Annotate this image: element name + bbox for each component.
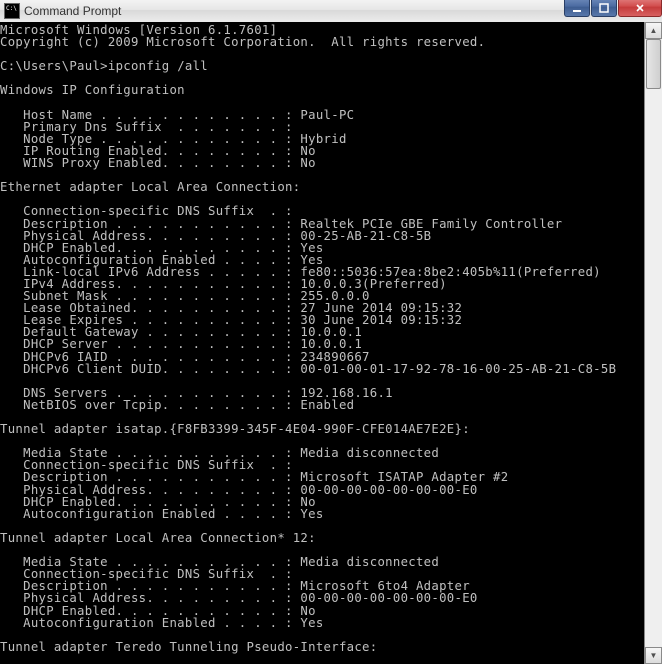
section-ethernet: Ethernet adapter Local Area Connection: [0, 180, 300, 194]
section-ipconfig: Windows IP Configuration [0, 83, 185, 97]
section-lac12: Tunnel adapter Local Area Connection* 12… [0, 531, 316, 545]
window-controls [564, 0, 662, 17]
console-client-area[interactable]: Microsoft Windows [Version 6.1.7601] Cop… [0, 22, 662, 664]
command-text: ipconfig /all [108, 59, 208, 73]
window-title: Command Prompt [24, 4, 658, 18]
scroll-up-button[interactable]: ▲ [645, 22, 662, 39]
scroll-track[interactable] [645, 39, 662, 647]
triangle-up-icon: ▲ [650, 26, 658, 35]
section-isatap: Tunnel adapter isatap.{F8FB3399-345F-4E0… [0, 422, 470, 436]
eth-dhcpv6-duid: DHCPv6 Client DUID. . . . . . . . : 00-0… [0, 362, 616, 376]
section-teredo: Tunnel adapter Teredo Tunneling Pseudo-I… [0, 640, 377, 654]
titlebar[interactable]: Command Prompt [0, 0, 662, 23]
prompt-path: C:\Users\Paul> [0, 59, 108, 73]
scroll-thumb[interactable] [646, 39, 661, 89]
vertical-scrollbar[interactable]: ▲ ▼ [644, 22, 662, 664]
scroll-down-button[interactable]: ▼ [645, 647, 662, 664]
banner-line-2: Copyright (c) 2009 Microsoft Corporation… [0, 35, 485, 49]
triangle-down-icon: ▼ [650, 651, 658, 660]
close-button[interactable] [618, 0, 662, 17]
wins-proxy: WINS Proxy Enabled. . . . . . . . : No [0, 156, 316, 170]
minimize-button[interactable] [564, 0, 590, 17]
close-icon [635, 3, 645, 13]
isa-autoconfig: Autoconfiguration Enabled . . . . : Yes [0, 507, 324, 521]
eth-netbios: NetBIOS over Tcpip. . . . . . . . : Enab… [0, 398, 354, 412]
minimize-icon [572, 3, 582, 13]
maximize-button[interactable] [591, 0, 617, 17]
maximize-icon [599, 3, 609, 13]
console-output: Microsoft Windows [Version 6.1.7601] Cop… [0, 24, 660, 664]
command-prompt-window: Command Prompt Microsoft Windows [Versio… [0, 0, 662, 664]
lac-autoconfig: Autoconfiguration Enabled . . . . : Yes [0, 616, 324, 630]
cmd-icon [4, 3, 20, 19]
